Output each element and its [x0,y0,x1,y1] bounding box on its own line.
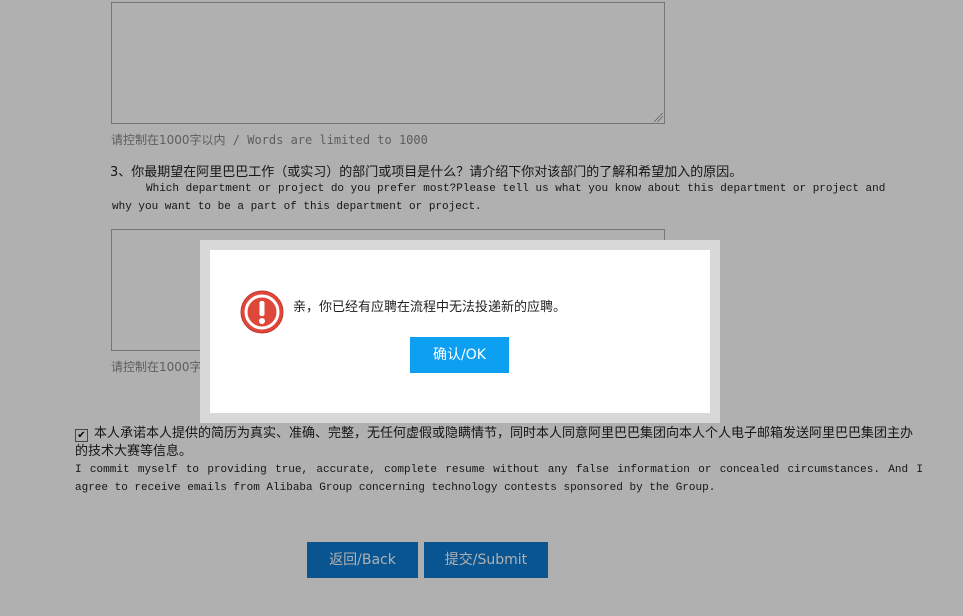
alert-dialog: 亲，你已经有应聘在流程中无法投递新的应聘。 确认/OK [210,250,710,413]
ok-button[interactable]: 确认/OK [410,337,509,373]
dialog-message: 亲，你已经有应聘在流程中无法投递新的应聘。 [293,300,567,315]
alert-exclamation-icon [240,290,284,334]
